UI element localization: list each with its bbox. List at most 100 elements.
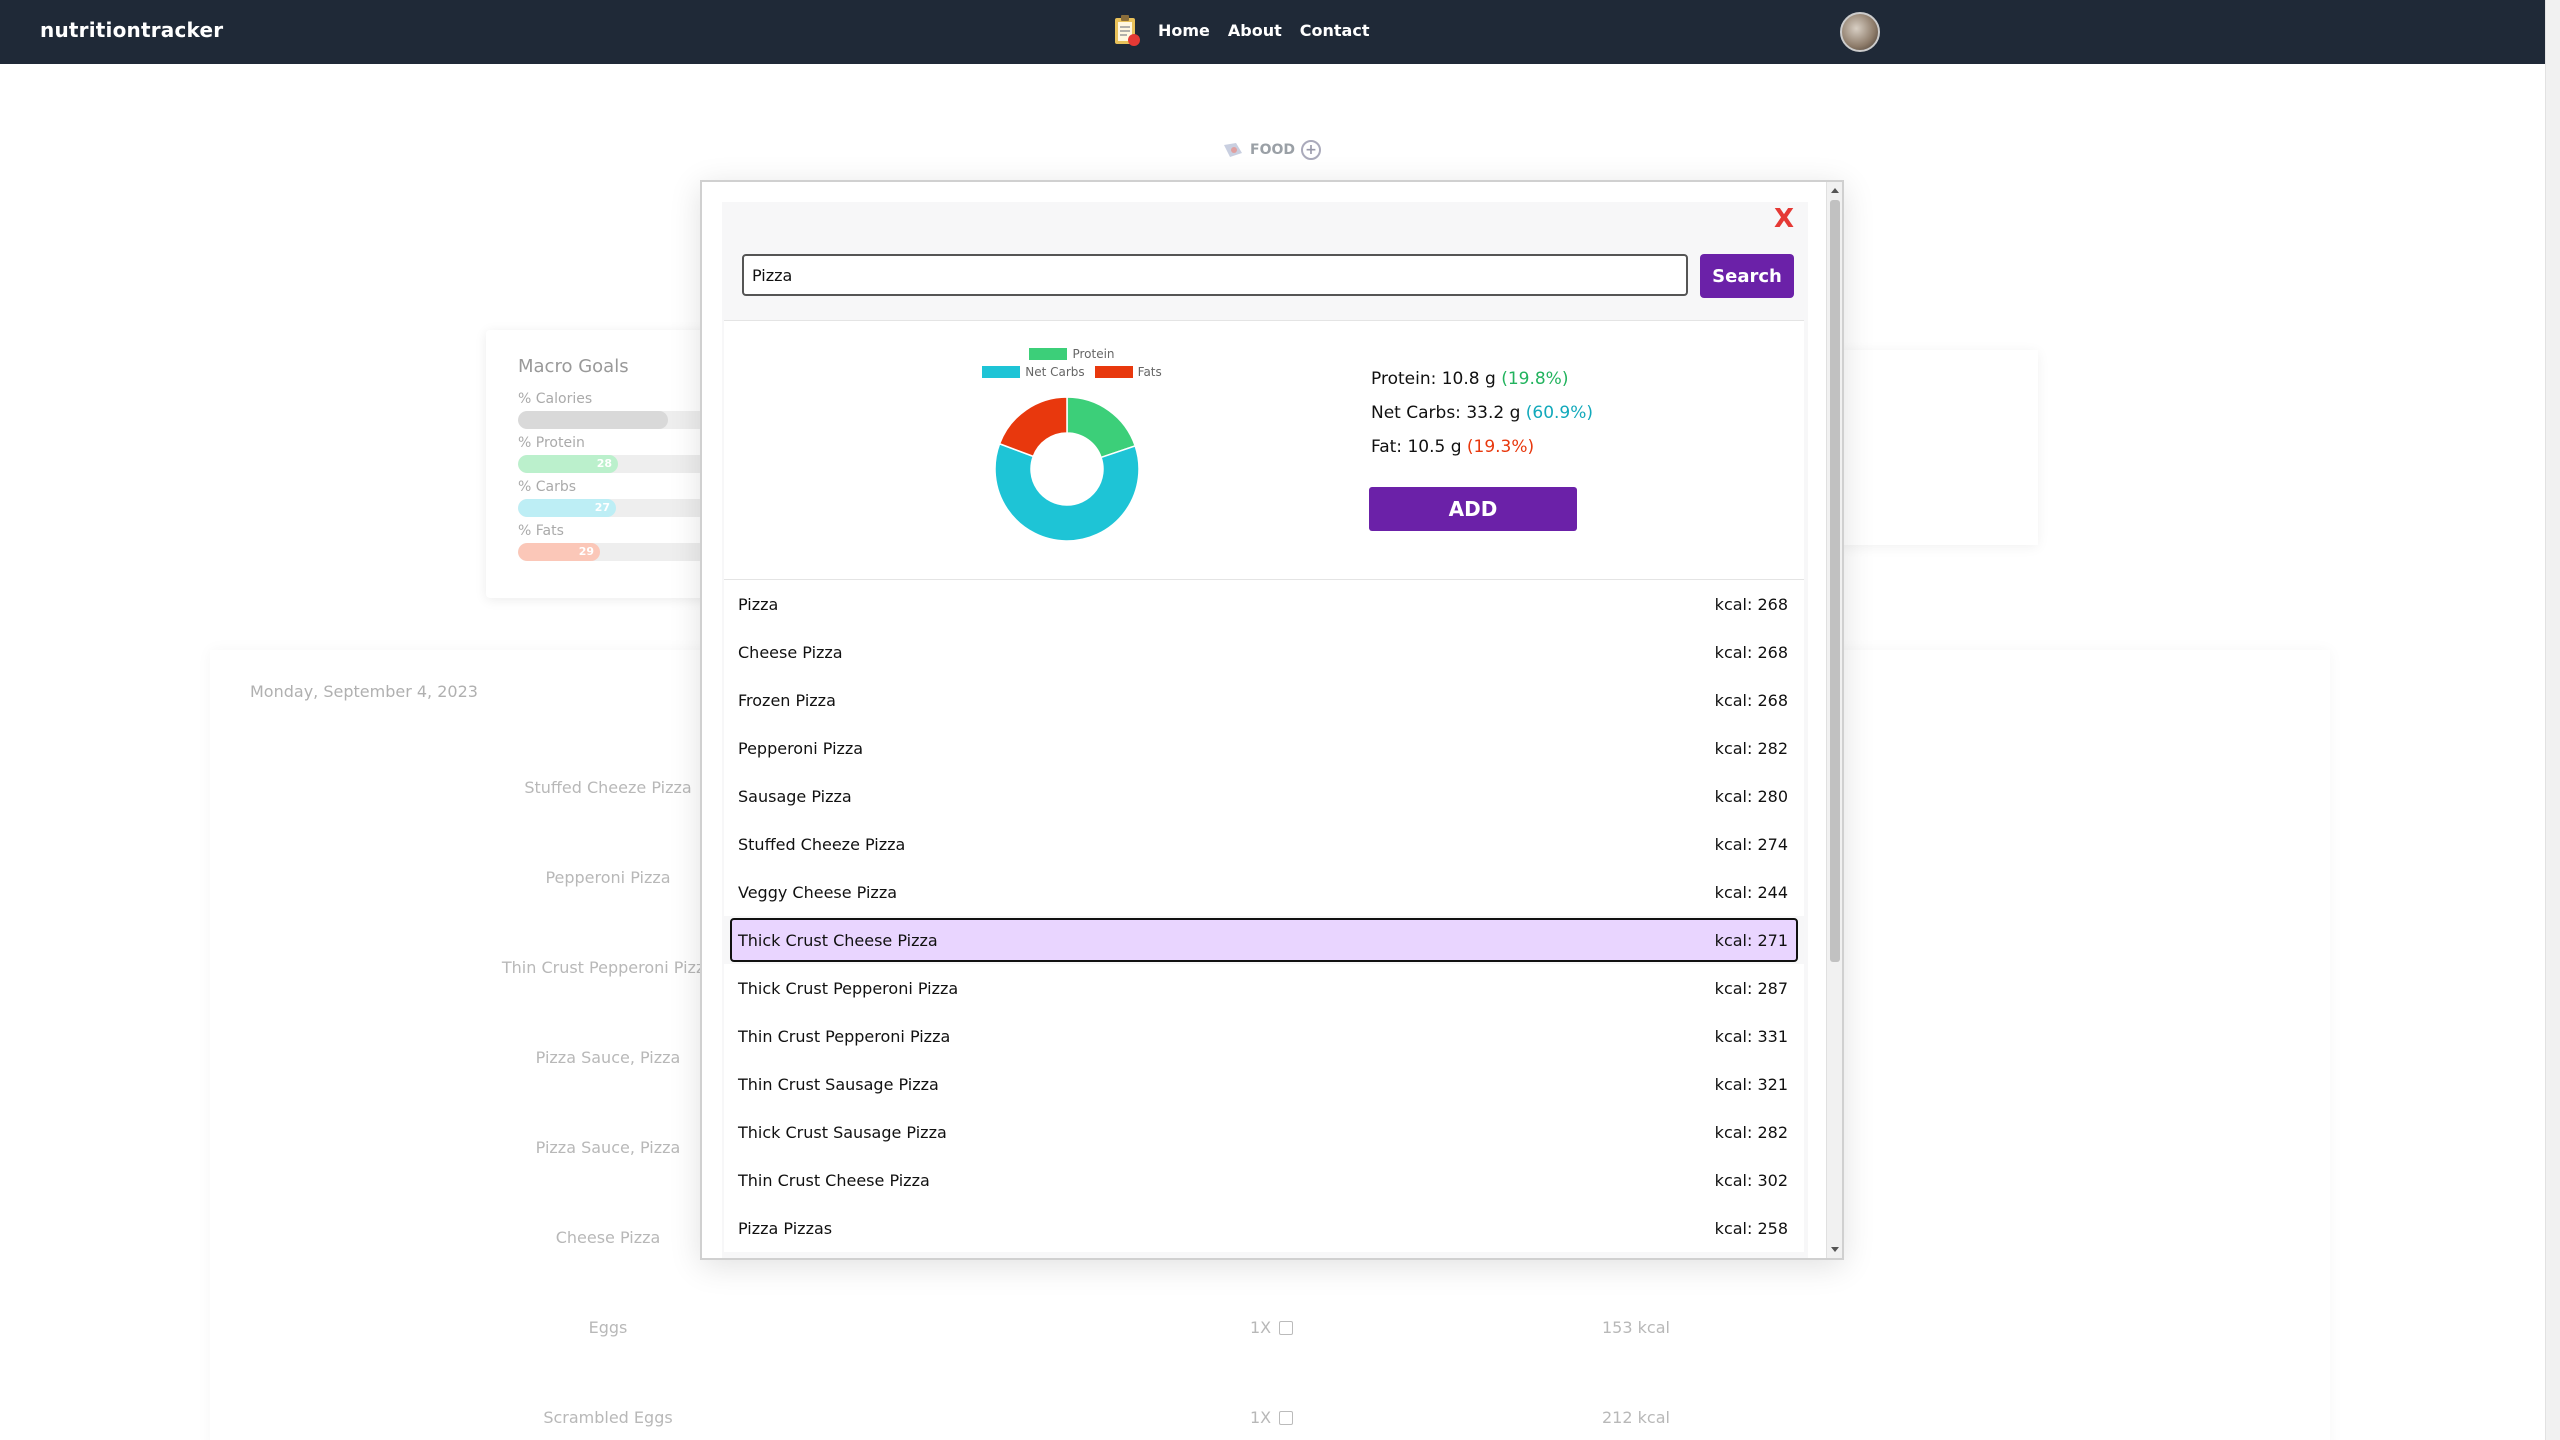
nav-center: Home About Contact xyxy=(1112,14,1369,48)
result-row[interactable]: Thin Crust Pepperoni Pizza kcal: 331 xyxy=(724,1012,1804,1060)
macro-goal-bar: 27 xyxy=(518,499,718,517)
result-name: Sausage Pizza xyxy=(738,786,852,806)
scroll-down-arrow-icon[interactable] xyxy=(1831,1247,1839,1252)
macro-goal-fill xyxy=(518,411,668,429)
log-item-qty: 1X xyxy=(1250,1318,1294,1337)
result-row[interactable]: Pizza kcal: 268 xyxy=(724,580,1804,628)
carbs-line: Net Carbs: 33.2 g (60.9%) xyxy=(1371,403,1593,423)
fat-amount: 10.5 g xyxy=(1407,437,1462,457)
nav-contact-link[interactable]: Contact xyxy=(1300,16,1370,46)
carbs-label: Net Carbs: xyxy=(1371,403,1467,423)
result-row[interactable]: Thin Crust Cheese Pizza kcal: 302 xyxy=(724,1156,1804,1204)
result-row[interactable]: Thin Crust Sausage Pizza kcal: 321 xyxy=(724,1060,1804,1108)
nutrient-summary: Protein: 10.8 g (19.8%) Net Carbs: 33.2 … xyxy=(1371,369,1593,471)
page-scrollbar[interactable] xyxy=(2545,0,2560,1440)
result-name: Thin Crust Cheese Pizza xyxy=(738,1170,930,1190)
edit-icon[interactable] xyxy=(1279,1411,1294,1425)
result-name: Thin Crust Pepperoni Pizza xyxy=(738,1026,951,1046)
close-modal-button[interactable]: X xyxy=(1774,204,1794,234)
log-item-qty: 1X xyxy=(1250,1408,1294,1427)
log-item-name: Scrambled Eggs xyxy=(543,1408,673,1427)
result-name: Thick Crust Sausage Pizza xyxy=(738,1122,947,1142)
result-row[interactable]: Cheese Pizza kcal: 268 xyxy=(724,628,1804,676)
user-avatar[interactable] xyxy=(1840,12,1880,52)
result-kcal: kcal: 244 xyxy=(1714,882,1788,902)
search-results-list: Pizza kcal: 268 Cheese Pizza kcal: 268 Froze… xyxy=(724,580,1804,1252)
donut-slice-protein[interactable] xyxy=(1066,396,1137,459)
search-button[interactable]: Search xyxy=(1700,254,1794,298)
result-kcal: kcal: 274 xyxy=(1714,834,1788,854)
result-kcal: kcal: 282 xyxy=(1714,1122,1788,1142)
add-food-icon[interactable]: + xyxy=(1301,140,1321,160)
protein-label: Protein: xyxy=(1371,369,1442,389)
scroll-up-arrow-icon[interactable] xyxy=(1831,188,1839,193)
protein-amount: 10.8 g xyxy=(1441,369,1496,389)
macro-goal-bar: 28 xyxy=(518,455,718,473)
macro-goal-label: % Protein xyxy=(518,435,585,451)
modal-scrollbar[interactable] xyxy=(1826,182,1842,1258)
log-item-kcal: 212 kcal xyxy=(1602,1408,1670,1427)
log-item-name: Thin Crust Pepperoni Pizza xyxy=(501,958,715,977)
food-section-header: FOOD + xyxy=(1222,140,1321,160)
log-item-qty-text: 1X xyxy=(1250,1408,1272,1427)
macro-goal-label: % Fats xyxy=(518,523,564,539)
food-header-label: FOOD xyxy=(1250,142,1295,158)
nav-about-link[interactable]: About xyxy=(1228,16,1282,46)
result-kcal: kcal: 287 xyxy=(1714,978,1788,998)
brand-logo[interactable]: nutritiontracker xyxy=(40,18,223,42)
search-row: Search xyxy=(742,254,1794,298)
result-row[interactable]: Thick Crust Pepperoni Pizza kcal: 287 xyxy=(724,964,1804,1012)
result-row[interactable]: Veggy Cheese Pizza kcal: 244 xyxy=(724,868,1804,916)
result-name: Veggy Cheese Pizza xyxy=(738,882,898,902)
log-item: Eggs 1X 153 kcal xyxy=(0,1318,2560,1348)
macro-goal-fill: 28 xyxy=(518,455,618,473)
add-food-button[interactable]: ADD xyxy=(1369,487,1577,531)
result-kcal: kcal: 280 xyxy=(1714,786,1788,806)
clipboard-icon[interactable] xyxy=(1112,14,1142,48)
result-row[interactable]: Pepperoni Pizza kcal: 282 xyxy=(724,724,1804,772)
macro-goals-card: Macro Goals % Calories % Protein 28 % Carbs… xyxy=(486,330,726,598)
result-kcal: kcal: 268 xyxy=(1714,642,1788,662)
macro-goal-bar xyxy=(518,411,718,429)
macro-goals-rows: % Calories % Protein 28 % Carbs 27 % Fats 29 xyxy=(518,391,726,561)
result-name: Frozen Pizza xyxy=(738,690,836,710)
result-name: Pizza xyxy=(738,594,779,614)
result-kcal: kcal: 321 xyxy=(1714,1074,1788,1094)
edit-icon[interactable] xyxy=(1279,1321,1294,1335)
result-row[interactable]: Thick Crust Cheese Pizza kcal: 271 xyxy=(730,918,1798,962)
fat-label: Fat: xyxy=(1371,437,1408,457)
macro-goal-bar: 29 xyxy=(518,543,718,561)
result-kcal: kcal: 268 xyxy=(1714,690,1788,710)
macro-goal-fill: 27 xyxy=(518,499,616,517)
log-item-name: Eggs xyxy=(588,1318,628,1337)
log-item-name: Pepperoni Pizza xyxy=(545,868,671,887)
result-name: Cheese Pizza xyxy=(738,642,843,662)
food-search-modal: X Search Protein Net Carb xyxy=(700,180,1844,1260)
log-date: Monday, September 4, 2023 xyxy=(250,682,478,701)
donut-slice-fats[interactable] xyxy=(998,396,1068,458)
log-item-name: Stuffed Cheeze Pizza xyxy=(524,778,692,797)
result-row[interactable]: Stuffed Cheeze Pizza kcal: 274 xyxy=(724,820,1804,868)
nav-home-link[interactable]: Home xyxy=(1158,16,1210,46)
carbs-amount: 33.2 g xyxy=(1466,403,1521,423)
macro-goal-label: % Carbs xyxy=(518,479,577,495)
result-kcal: kcal: 271 xyxy=(1714,930,1788,950)
result-kcal: kcal: 282 xyxy=(1714,738,1788,758)
result-name: Stuffed Cheeze Pizza xyxy=(738,834,906,854)
result-name: Pizza Pizzas xyxy=(738,1218,833,1238)
result-name: Thick Crust Cheese Pizza xyxy=(738,930,938,950)
donut-svg xyxy=(994,396,1140,542)
result-row[interactable]: Pizza Pizzas kcal: 258 xyxy=(724,1204,1804,1252)
donut-slice-net-carbs[interactable] xyxy=(994,442,1140,542)
modal-scroll-thumb[interactable] xyxy=(1830,200,1840,962)
carbs-percent: (60.9%) xyxy=(1525,403,1594,423)
result-row[interactable]: Sausage Pizza kcal: 280 xyxy=(724,772,1804,820)
food-icon xyxy=(1224,143,1242,157)
result-row[interactable]: Frozen Pizza kcal: 268 xyxy=(724,676,1804,724)
log-item-qty-text: 1X xyxy=(1250,1318,1272,1337)
protein-line: Protein: 10.8 g (19.8%) xyxy=(1371,369,1593,389)
food-search-input[interactable] xyxy=(742,254,1688,296)
log-item: Scrambled Eggs 1X 212 kcal xyxy=(0,1408,2560,1438)
result-name: Thin Crust Sausage Pizza xyxy=(738,1074,939,1094)
result-row[interactable]: Thick Crust Sausage Pizza kcal: 282 xyxy=(724,1108,1804,1156)
